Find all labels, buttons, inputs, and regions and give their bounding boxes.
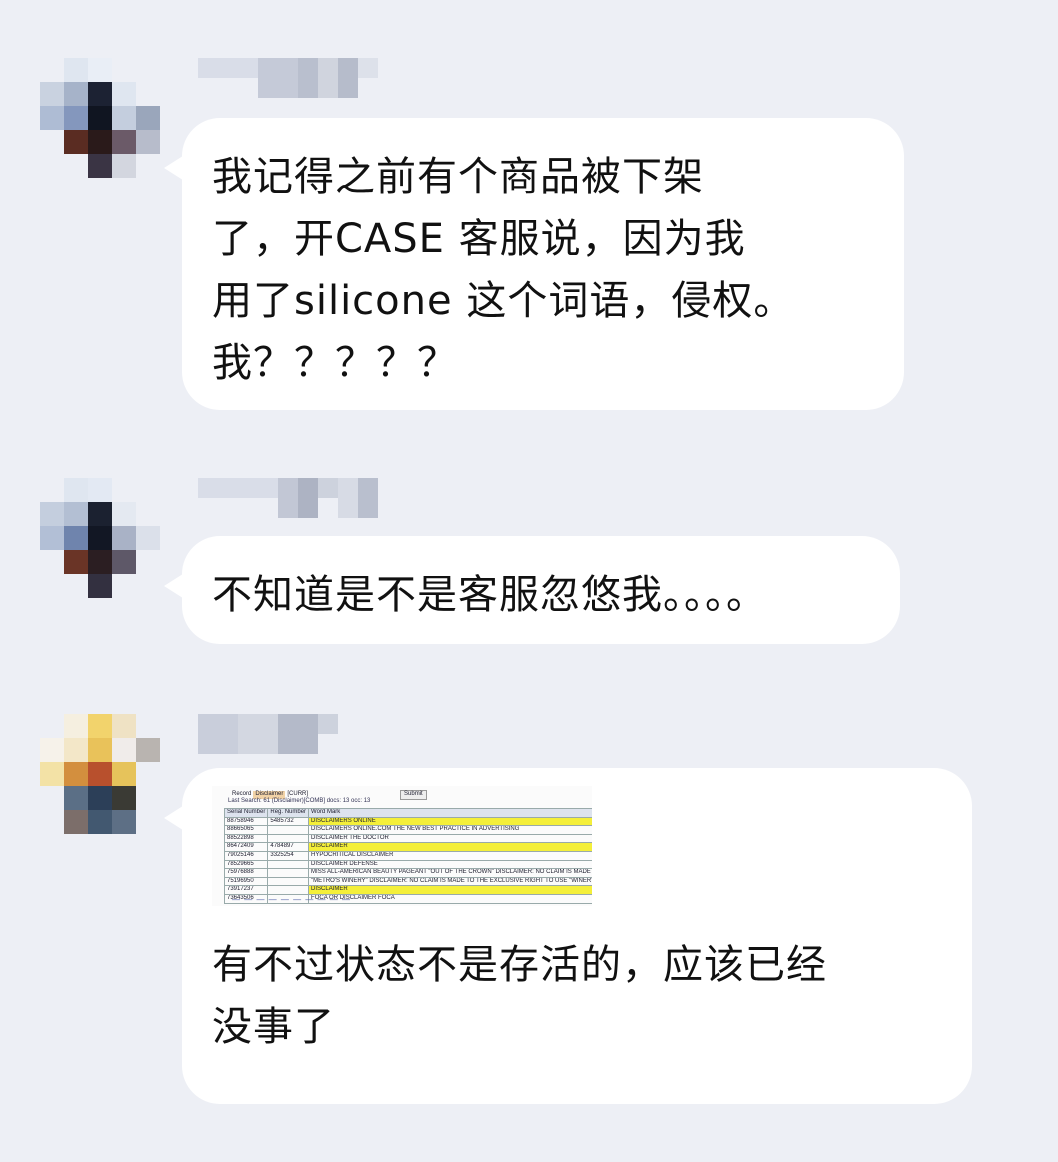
cell — [267, 868, 310, 878]
table-row: 75196950 "METRO'S WINERY" DISCLAIMER: NO … — [223, 876, 592, 887]
table-row: 88665065 DISCLAIMERS ONLINE.COM THE NEW B… — [223, 825, 592, 835]
table-row: 78529665 DISCLAIMER DEFENSE — [223, 859, 592, 870]
table-row: 75976888 MISS ALL-AMERICAN BEAUTY PAGEANT… — [223, 868, 592, 878]
message-text: 我记得之前有个商品被下架 了，开CASE 客服说，因为我 用了silicone … — [212, 154, 795, 386]
thumb-results-table: Serial Number Reg. Number Word Mark 8875… — [223, 808, 592, 904]
cell: 73917237 — [223, 885, 269, 895]
cell: FOCA OR DISCLAIMER FOCA — [308, 893, 592, 904]
table-row: 88522898 DISCLAIMER THE DOCTOR — [223, 833, 592, 844]
cell: 75196950 — [223, 876, 269, 887]
cell: DISCLAIMER THE DOCTOR — [308, 833, 592, 844]
cell: MISS ALL-AMERICAN BEAUTY PAGEANT "OUT OF… — [308, 868, 592, 878]
cell — [267, 825, 310, 835]
cell: DISCLAIMER — [308, 885, 592, 895]
cell — [267, 859, 310, 870]
message-text: 有不过状态不是存活的，应该已经 没事了 — [212, 942, 827, 1050]
cell: DISCLAIMERS ONLINE.COM THE NEW BEST PRAC… — [308, 825, 592, 835]
avatar[interactable] — [40, 478, 160, 598]
cell: 86472409 — [223, 842, 269, 852]
thumb-submit-button: Submit — [400, 790, 427, 800]
message-bubble[interactable]: 我记得之前有个商品被下架 了，开CASE 客服说，因为我 用了silicone … — [164, 118, 904, 410]
cell: 4784897 — [267, 842, 310, 852]
cell — [267, 885, 310, 895]
cell: "METRO'S WINERY" DISCLAIMER: NO CLAIM IS… — [308, 876, 592, 887]
cell: DISCLAIMER — [308, 842, 592, 852]
sender-name — [198, 714, 338, 754]
table-row: 79025146 3325254 HYPOCRITICAL DISCLAIMER — [223, 850, 592, 861]
cell: 75976888 — [223, 868, 269, 878]
cell: 78529665 — [223, 859, 269, 870]
table-row: 73917237 DISCLAIMER — [223, 885, 592, 895]
column-header: Serial Number — [223, 808, 269, 818]
cell — [267, 876, 310, 887]
attached-screenshot[interactable]: Record Disclaimer [CURR] Submit Last Sea… — [212, 786, 592, 906]
column-header: Word Mark — [308, 808, 592, 818]
thumb-pager: — — — — — — — — — — — [232, 895, 352, 905]
cell: 3325254 — [267, 850, 310, 861]
table-row: 88758946 5485732 DISCLAIMERS ONLINE — [223, 816, 592, 827]
avatar[interactable] — [40, 58, 160, 178]
table-row: 86472409 4784897 DISCLAIMER — [223, 842, 592, 852]
cell: 5485732 — [267, 816, 310, 827]
message-bubble[interactable]: 不知道是不是客服忽悠我。。。。 — [164, 536, 900, 644]
sender-name — [198, 478, 378, 518]
message-bubble[interactable]: Record Disclaimer [CURR] Submit Last Sea… — [164, 768, 972, 1104]
cell: 88665065 — [223, 825, 269, 835]
thumb-result-line: Last Search: 61 (Disclaimer)[COMB] docs:… — [228, 798, 371, 804]
cell: HYPOCRITICAL DISCLAIMER — [308, 850, 592, 861]
cell: DISCLAIMER DEFENSE — [308, 859, 592, 870]
cell: 79025146 — [223, 850, 269, 861]
cell: 88522898 — [223, 833, 269, 844]
cell: 88758946 — [223, 816, 269, 827]
avatar[interactable] — [40, 714, 160, 834]
sender-name — [198, 58, 378, 98]
cell: DISCLAIMERS ONLINE — [308, 816, 592, 827]
cell — [267, 833, 310, 844]
message-text: 不知道是不是客服忽悠我。。。。 — [212, 572, 767, 618]
column-header: Reg. Number — [267, 808, 310, 818]
